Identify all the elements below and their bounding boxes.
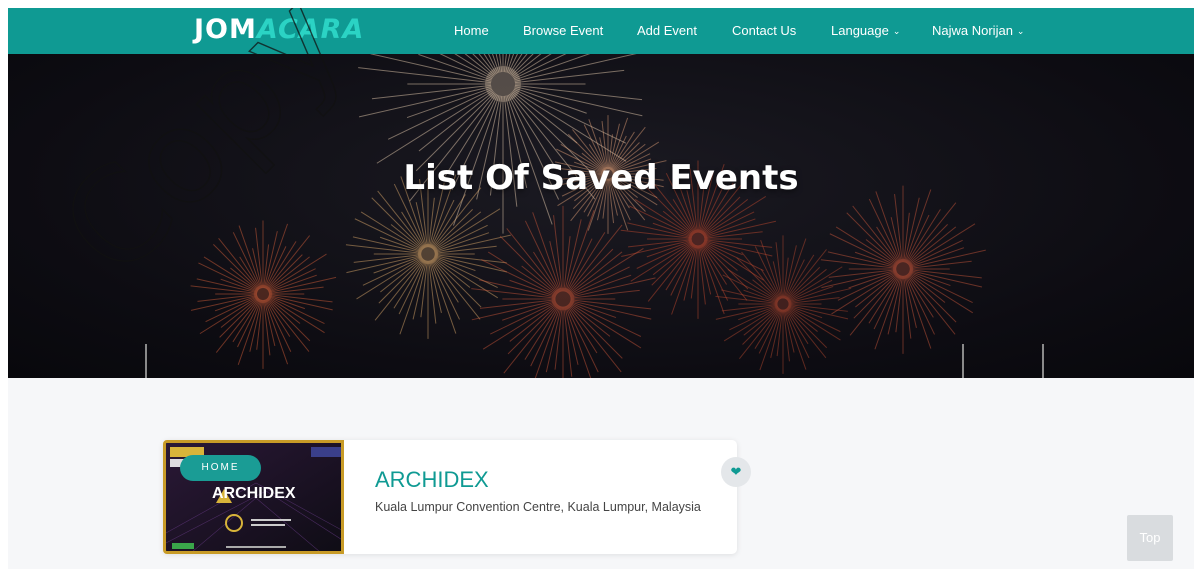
scroll-to-top-button[interactable]: Top — [1127, 515, 1173, 561]
nav-language-label: Language — [831, 23, 889, 38]
fireworks-background-image — [145, 54, 1044, 378]
nav-user-label: Najwa Norijan — [932, 23, 1013, 38]
nav-user-dropdown[interactable]: Najwa Norijan ⌄ — [932, 23, 1024, 38]
nav-language-dropdown[interactable]: Language ⌄ — [831, 23, 900, 38]
nav-contact-us[interactable]: Contact Us — [732, 23, 796, 38]
event-location: Kuala Lumpur Convention Centre, Kuala Lu… — [375, 500, 701, 514]
page-title: List Of Saved Events — [403, 158, 799, 198]
event-title[interactable]: ARCHIDEX — [375, 467, 489, 493]
brand-part2: ACARA — [256, 14, 365, 45]
nav-browse-event[interactable]: Browse Event — [523, 23, 603, 38]
chevron-down-icon: ⌄ — [892, 26, 901, 36]
page-frame: JOMACARA Home Browse Event Add Event Con… — [8, 8, 1194, 569]
unsave-heart-button[interactable]: ❤ — [721, 457, 751, 487]
hero-banner: List Of Saved Events — [8, 54, 1194, 378]
event-poster-logo-text: ARCHIDEX — [212, 485, 296, 502]
brand-part1: JOM — [194, 14, 257, 45]
heart-icon: ❤ — [730, 464, 742, 479]
brand-logo[interactable]: JOMACARA — [194, 14, 364, 45]
chevron-down-icon: ⌄ — [1016, 26, 1025, 36]
top-navbar: JOMACARA Home Browse Event Add Event Con… — [8, 8, 1194, 54]
nav-home[interactable]: Home — [454, 23, 489, 38]
nav-add-event[interactable]: Add Event — [637, 23, 697, 38]
event-category-badge[interactable]: HOME — [180, 455, 261, 481]
